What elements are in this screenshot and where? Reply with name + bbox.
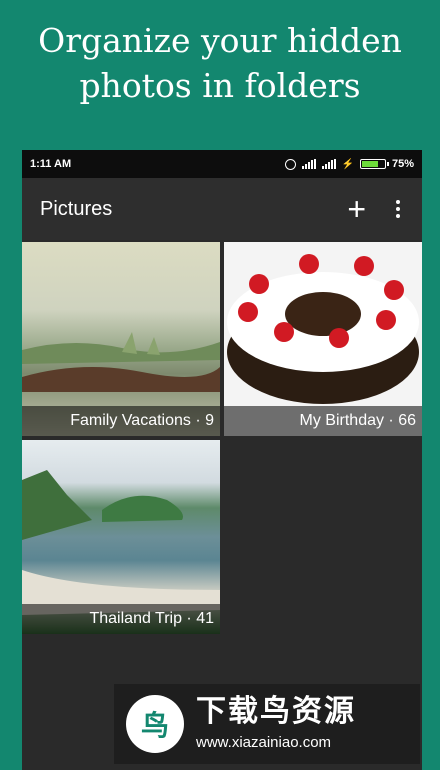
alarm-icon: [284, 158, 296, 170]
status-icons: ⚡ 75%: [284, 158, 414, 170]
folder-caption: My Birthday · 66: [224, 406, 422, 436]
headline: Organize your hidden photos in folders: [0, 18, 440, 108]
status-bar: 1:11 AM ⚡ 75%: [22, 150, 422, 178]
signal-icon: [321, 159, 336, 169]
folder-caption: Thailand Trip · 41: [22, 604, 220, 634]
folder-caption: Family Vacations · 9: [22, 406, 220, 436]
folder-family-vacations[interactable]: Family Vacations · 9: [22, 242, 220, 436]
watermark: 鸟 下载鸟资源 www.xiazainiao.com: [114, 684, 420, 764]
folder-thailand-trip[interactable]: Thailand Trip · 41: [22, 440, 220, 634]
page-title: Pictures: [40, 197, 113, 220]
headline-line-2: photos in folders: [79, 66, 361, 105]
battery-percent: 75%: [391, 158, 414, 170]
more-vert-icon[interactable]: [392, 196, 404, 222]
battery-icon: [359, 159, 389, 169]
watermark-url: www.xiazainiao.com: [196, 734, 332, 751]
charging-icon: ⚡: [341, 158, 354, 170]
bird-logo-icon: 鸟: [126, 695, 184, 753]
status-time: 1:11 AM: [30, 158, 72, 170]
signal-icon: [301, 159, 316, 169]
watermark-name: 下载鸟资源: [196, 695, 356, 728]
app-bar: Pictures +: [22, 178, 422, 240]
folder-my-birthday[interactable]: My Birthday · 66: [224, 242, 422, 436]
headline-line-1: Organize your hidden: [38, 21, 402, 60]
phone-screen: 1:11 AM ⚡ 75% Pictures + Family Vacation…: [22, 150, 422, 770]
plus-icon[interactable]: +: [347, 193, 366, 225]
